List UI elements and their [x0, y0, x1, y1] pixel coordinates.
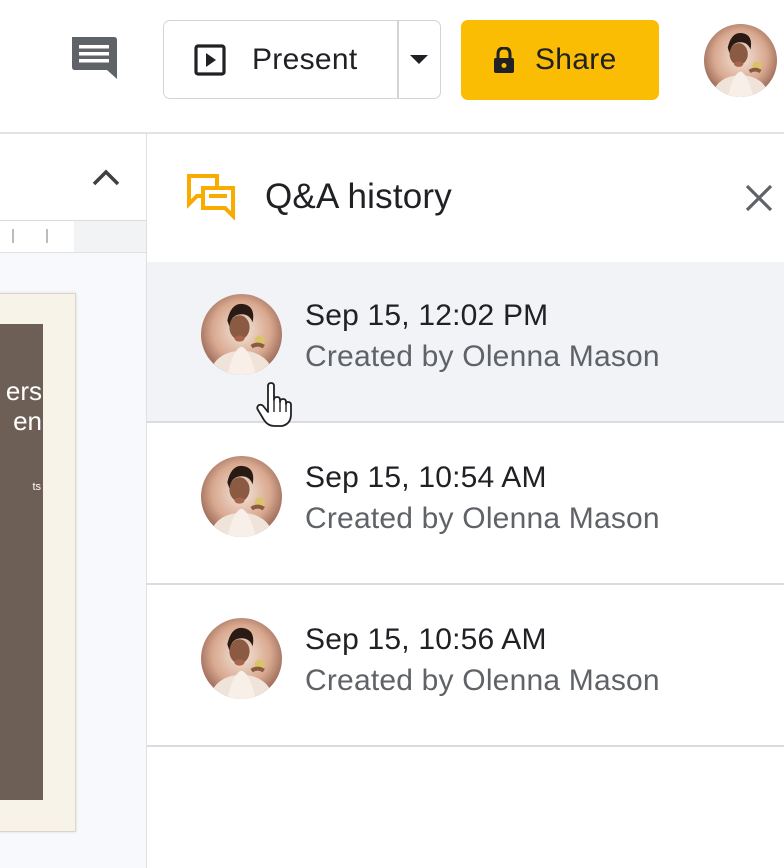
- panel-title: Q&A history: [265, 177, 452, 216]
- close-icon: [745, 184, 773, 212]
- lock-icon: [494, 46, 514, 73]
- session-time: Sep 15, 10:54 AM: [305, 461, 547, 494]
- slide-content: ers en ts: [0, 324, 43, 800]
- session-time: Sep 15, 10:56 AM: [305, 623, 547, 656]
- share-label: Share: [535, 43, 617, 76]
- ruler-tick: [12, 229, 14, 243]
- slide-body-text: ts: [32, 481, 41, 493]
- qa-panel-header: Q&A history: [147, 134, 784, 263]
- caret-down-icon: [410, 54, 429, 64]
- slide-canvas[interactable]: ers en ts: [0, 293, 76, 832]
- editor-header: [0, 134, 146, 221]
- present-label: Present: [252, 42, 358, 76]
- ruler: [0, 221, 146, 253]
- avatar: [201, 294, 282, 375]
- history-item[interactable]: Sep 15, 10:56 AM Created by Olenna Mason: [147, 586, 784, 747]
- present-button[interactable]: Present: [164, 21, 397, 98]
- account-avatar[interactable]: [704, 24, 777, 97]
- qa-history-panel: Q&A history Sep 15, 12:02 PM Created by …: [146, 134, 784, 868]
- comment-icon: [72, 37, 117, 79]
- slide-text-line: ers: [5, 376, 42, 406]
- avatar: [201, 618, 282, 699]
- ruler-tick: [46, 229, 48, 243]
- present-play-icon: [194, 43, 226, 76]
- collapse-button[interactable]: [88, 164, 124, 192]
- slides-app: Present Share ers en ts Q&A history Sep …: [0, 0, 784, 868]
- share-button[interactable]: Share: [461, 20, 659, 100]
- close-button[interactable]: [743, 182, 775, 214]
- ruler-margin: [74, 221, 146, 252]
- session-creator: Created by Olenna Mason: [305, 340, 660, 373]
- comment-history-button[interactable]: [66, 33, 122, 85]
- slide-text-line: en: [13, 406, 42, 436]
- session-creator: Created by Olenna Mason: [305, 664, 660, 697]
- avatar: [201, 456, 282, 537]
- history-item[interactable]: Sep 15, 12:02 PM Created by Olenna Mason: [147, 262, 784, 423]
- session-creator: Created by Olenna Mason: [305, 502, 660, 535]
- slide-editor-area: ers en ts: [0, 134, 146, 868]
- chevron-up-icon: [92, 169, 120, 186]
- slide-title-text: ers en: [6, 376, 42, 436]
- top-toolbar: Present Share: [0, 0, 784, 134]
- present-button-group: Present: [163, 20, 441, 99]
- session-time: Sep 15, 12:02 PM: [305, 299, 549, 332]
- qa-chat-icon: [187, 174, 235, 220]
- history-item[interactable]: Sep 15, 10:54 AM Created by Olenna Mason: [147, 424, 784, 585]
- present-options-dropdown[interactable]: [399, 21, 441, 98]
